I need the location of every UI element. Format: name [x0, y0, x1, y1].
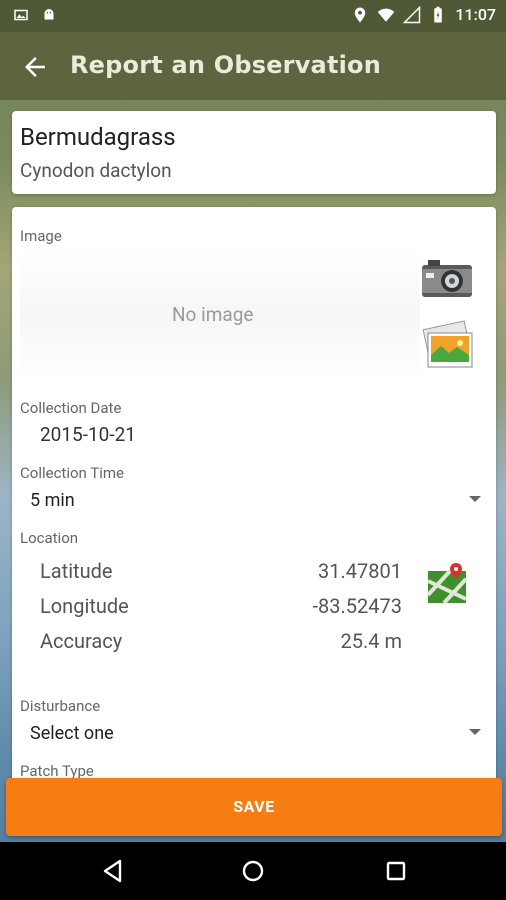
latitude-value: 31.47801: [318, 559, 402, 583]
arrow-back-icon[interactable]: [20, 52, 50, 82]
disturbance-label: Disturbance: [20, 697, 101, 715]
home-nav-icon[interactable]: [240, 858, 266, 884]
clock-time: 11:07: [455, 5, 496, 24]
wifi-icon: [378, 8, 395, 22]
latitude-label: Latitude: [40, 559, 113, 583]
android-icon: [44, 9, 54, 20]
battery-icon: [434, 6, 443, 22]
species-scientific-name: Cynodon dactylon: [20, 159, 172, 182]
longitude-value: -83.52473: [312, 594, 402, 618]
no-image-text: No image: [172, 303, 254, 326]
save-button[interactable]: SAVE: [6, 778, 502, 836]
image-label: Image: [20, 227, 62, 245]
gallery-icon[interactable]: [420, 319, 474, 373]
map-pin-icon[interactable]: [426, 561, 470, 605]
navigation-bar: [0, 842, 506, 900]
image-icon: [14, 9, 28, 21]
app-bar: Report an Observation: [0, 32, 506, 100]
collection-date-value[interactable]: 2015-10-21: [40, 423, 136, 446]
longitude-label: Longitude: [40, 594, 129, 618]
species-card: Bermudagrass Cynodon dactylon: [12, 111, 496, 194]
collection-time-select[interactable]: 5 min: [30, 490, 75, 511]
location-label: Location: [20, 529, 79, 547]
accuracy-value: 25.4 m: [340, 629, 403, 653]
observation-form: Image No image Collection Date 2015-10-2…: [12, 207, 496, 807]
disturbance-select[interactable]: Select one: [30, 723, 114, 744]
signal-icon: [403, 5, 421, 23]
accuracy-label: Accuracy: [40, 629, 123, 653]
back-nav-icon[interactable]: [100, 858, 126, 884]
page-title: Report an Observation: [70, 51, 382, 79]
status-bar: 11:07: [0, 0, 506, 32]
location-icon: [355, 7, 366, 22]
collection-time-label: Collection Time: [20, 464, 124, 482]
camera-icon[interactable]: [420, 257, 474, 301]
collection-date-label: Collection Date: [20, 399, 122, 417]
recents-nav-icon[interactable]: [383, 858, 409, 884]
disturbance-dropdown-icon[interactable]: [469, 729, 481, 735]
species-common-name: Bermudagrass: [20, 123, 176, 151]
collection-time-dropdown-icon[interactable]: [469, 496, 481, 502]
